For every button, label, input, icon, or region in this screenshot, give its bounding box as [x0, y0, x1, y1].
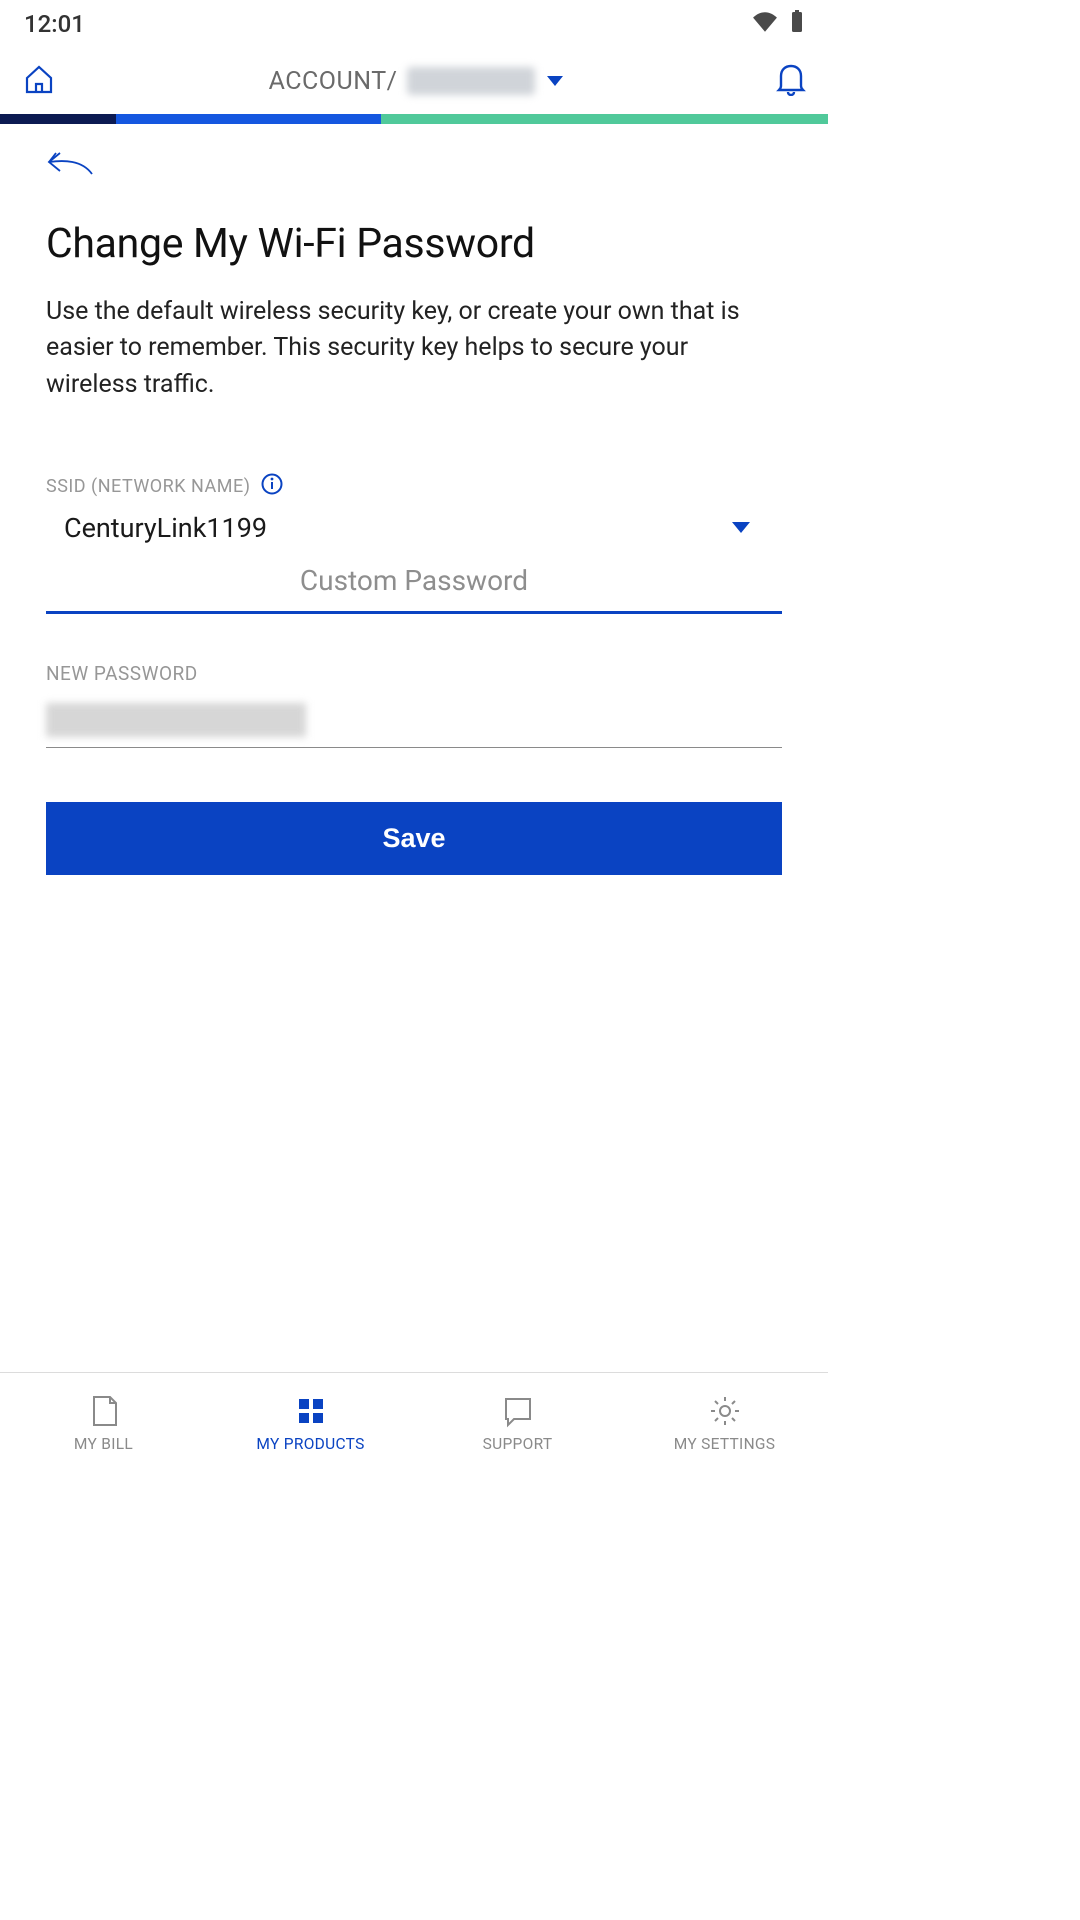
status-icons — [752, 10, 804, 38]
nav-label: SUPPORT — [483, 1435, 553, 1453]
new-password-label: NEW PASSWORD — [46, 662, 782, 685]
brand-color-bar — [0, 114, 828, 124]
save-button[interactable]: Save — [46, 802, 782, 875]
ssid-value: CenturyLink1199 — [64, 512, 267, 544]
status-bar: 12:01 — [0, 0, 828, 48]
page-description: Use the default wireless security key, o… — [46, 294, 782, 403]
chevron-down-icon — [732, 522, 750, 533]
back-button[interactable] — [46, 150, 782, 180]
nav-my-settings[interactable]: MY SETTINGS — [621, 1373, 828, 1472]
nav-label: MY PRODUCTS — [256, 1435, 364, 1453]
nav-label: MY SETTINGS — [674, 1435, 776, 1453]
clock-text: 12:01 — [24, 10, 85, 38]
battery-icon — [790, 10, 804, 38]
app-bar: ACCOUNT/ — [0, 48, 828, 114]
nav-my-products[interactable]: MY PRODUCTS — [207, 1373, 414, 1472]
account-prefix: ACCOUNT/ — [269, 67, 398, 96]
info-icon[interactable] — [261, 473, 283, 500]
new-password-input[interactable] — [46, 703, 782, 748]
account-selector[interactable]: ACCOUNT/ — [269, 67, 564, 96]
page-title: Change My Wi-Fi Password — [46, 220, 782, 268]
custom-password-input[interactable]: Custom Password — [46, 564, 782, 614]
wifi-icon — [752, 10, 778, 38]
nav-label: MY BILL — [74, 1435, 133, 1453]
chevron-down-icon — [547, 76, 563, 86]
password-value-redacted — [46, 703, 306, 737]
bottom-nav: MY BILL MY PRODUCTS SUPPORT MY SETTINGS — [0, 1372, 828, 1472]
home-icon[interactable] — [22, 62, 56, 100]
ssid-label: SSID (NETWORK NAME) — [46, 473, 782, 500]
ssid-selector[interactable]: CenturyLink1199 — [46, 512, 782, 544]
nav-support[interactable]: SUPPORT — [414, 1373, 621, 1472]
account-number-redacted — [407, 67, 535, 95]
nav-my-bill[interactable]: MY BILL — [0, 1373, 207, 1472]
notification-icon[interactable] — [776, 62, 806, 100]
